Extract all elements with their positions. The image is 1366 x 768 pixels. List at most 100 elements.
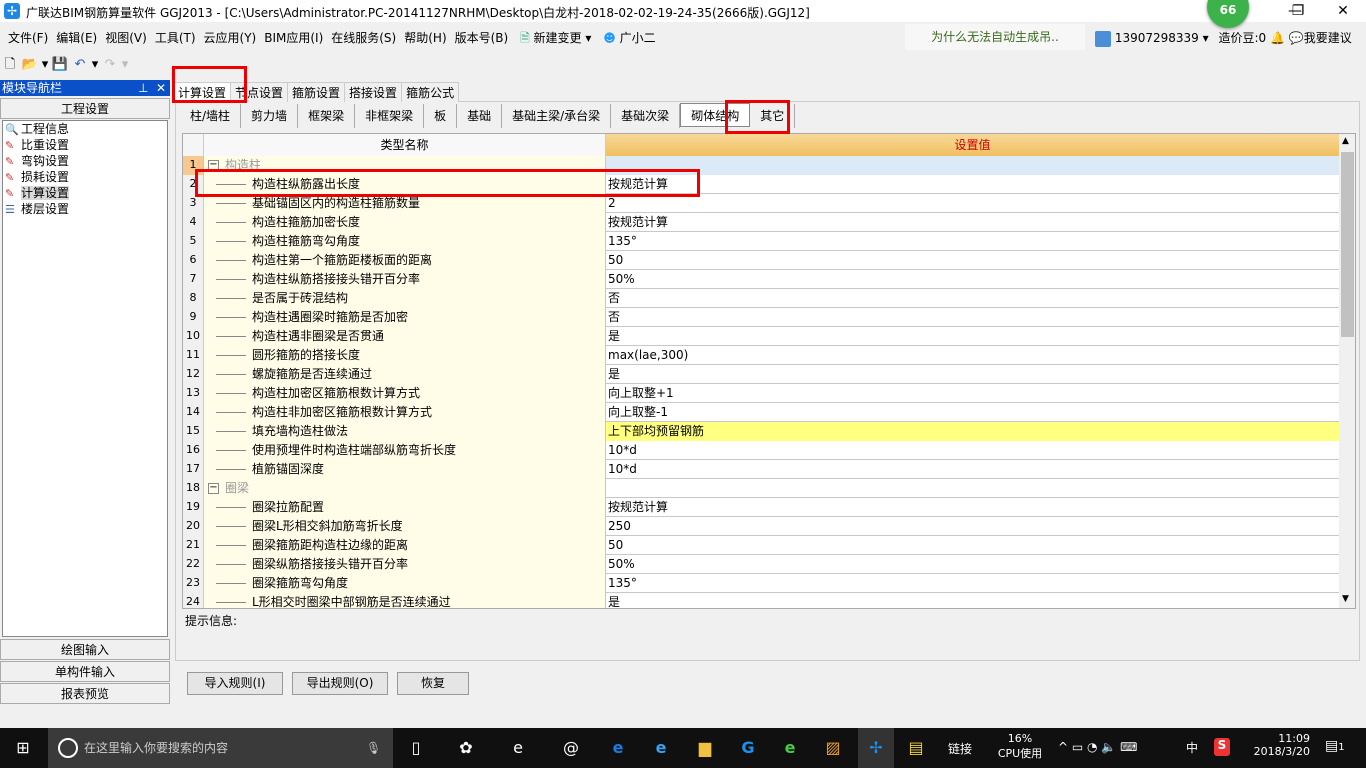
menu-tools[interactable]: 工具(T)	[151, 24, 200, 52]
row-value-cell[interactable]: 50%	[606, 555, 1339, 574]
edge-icon[interactable]: e	[605, 736, 631, 760]
app-notepad-icon[interactable]: ▨	[820, 736, 846, 760]
table-row[interactable]: 8 是否属于砖混结构 否	[183, 289, 1339, 308]
subtab-5[interactable]: 基础	[457, 104, 503, 128]
tab-calc-settings[interactable]: 计算设置	[173, 82, 232, 102]
table-row[interactable]: 20 圈梁L形相交斜加筋弯折长度 250	[183, 517, 1339, 536]
subtab-9[interactable]: 其它	[750, 104, 796, 128]
tab-stirrup-formula[interactable]: 箍筋公式	[401, 82, 460, 102]
row-value-cell[interactable]	[606, 156, 1339, 175]
new-file-icon[interactable]: 🗋	[0, 55, 20, 75]
subtab-2[interactable]: 框架梁	[298, 104, 356, 128]
table-row[interactable]: 12 螺旋箍筋是否连续通过 是	[183, 365, 1339, 384]
row-value-cell[interactable]: 250	[606, 517, 1339, 536]
row-value-cell[interactable]: 50	[606, 251, 1339, 270]
sogou-icon[interactable]: S	[1214, 738, 1230, 756]
section-report-preview[interactable]: 报表预览	[0, 683, 170, 704]
export-rules-button[interactable]: 导出规则(O)	[292, 672, 388, 695]
notification-icon[interactable]: ▤1	[1325, 738, 1345, 754]
save-icon[interactable]: 💾	[50, 55, 70, 75]
nav-item-floor[interactable]: ☰ 楼层设置	[3, 201, 167, 217]
row-value-cell[interactable]: 向上取整-1	[606, 403, 1339, 422]
table-row[interactable]: 14 构造柱非加密区箍筋根数计算方式 向上取整-1	[183, 403, 1339, 422]
subtab-6[interactable]: 基础主梁/承台梁	[502, 104, 612, 128]
close-icon[interactable]: ✕	[156, 80, 166, 96]
scrollbar-thumb[interactable]	[1341, 152, 1354, 337]
row-value-cell[interactable]: 向上取整+1	[606, 384, 1339, 403]
table-row[interactable]: 4 构造柱箍筋加密长度 按规范计算	[183, 213, 1339, 232]
subtab-8[interactable]: 砌体结构	[680, 103, 751, 127]
menu-help[interactable]: 帮助(H)	[400, 24, 450, 52]
open-folder-icon[interactable]: 📂	[20, 55, 40, 75]
tab-lap-settings[interactable]: 搭接设置	[344, 82, 403, 102]
row-value-cell[interactable]: 是	[606, 593, 1339, 608]
row-value-cell[interactable]: 是	[606, 365, 1339, 384]
menu-view[interactable]: 视图(V)	[101, 24, 151, 52]
undo-icon[interactable]: ↶	[70, 55, 90, 75]
assistant-button[interactable]: ☻ 广小二	[599, 24, 659, 52]
scroll-up-icon[interactable]: ▲	[1342, 136, 1349, 146]
row-value-cell[interactable]: 按规范计算	[606, 498, 1339, 517]
table-row[interactable]: 19 圈梁拉筋配置 按规范计算	[183, 498, 1339, 517]
table-row[interactable]: 3 基础锚固区内的构造柱箍筋数量 2	[183, 194, 1339, 213]
subtab-1[interactable]: 剪力墙	[241, 104, 299, 128]
new-change-button[interactable]: 🗎 新建变更 ▾	[516, 24, 595, 52]
table-row[interactable]: 10 构造柱遇非圈梁是否贯通 是	[183, 327, 1339, 346]
table-row[interactable]: 22 圈梁纵筋搭接接头错开百分率 50%	[183, 555, 1339, 574]
app-g-icon[interactable]: G	[735, 736, 761, 760]
section-project-settings[interactable]: 工程设置	[0, 98, 170, 119]
table-row[interactable]: 24 L形相交时圈梁中部钢筋是否连续通过 是	[183, 593, 1339, 608]
pin-icon[interactable]: ⊥	[138, 80, 148, 96]
restore-button[interactable]: ❐	[1275, 0, 1321, 22]
app-bell-icon[interactable]: @	[558, 736, 584, 760]
table-row[interactable]: 18− 圈梁	[183, 479, 1339, 498]
link-toolbar[interactable]: 链接	[948, 740, 972, 757]
row-value-cell[interactable]: 2	[606, 194, 1339, 213]
table-row[interactable]: 11 圆形箍筋的搭接长度 max(lae,300)	[183, 346, 1339, 365]
nav-item-hook[interactable]: ✎ 弯钩设置	[3, 153, 167, 169]
glodon-app-icon[interactable]: ✢	[858, 728, 894, 768]
row-value-cell[interactable]: max(lae,300)	[606, 346, 1339, 365]
open-dropdown-icon[interactable]: ▾	[40, 55, 50, 75]
app-fan-icon[interactable]: ✿	[453, 736, 479, 760]
row-value-cell[interactable]: 按规范计算	[606, 175, 1339, 194]
ime-indicator[interactable]: 中	[1186, 739, 1198, 756]
menu-file[interactable]: 文件(F)	[4, 24, 52, 52]
row-value-cell[interactable]: 50	[606, 536, 1339, 555]
menu-cloud[interactable]: 云应用(Y)	[200, 24, 261, 52]
row-value-cell[interactable]: 是	[606, 327, 1339, 346]
subtab-7[interactable]: 基础次梁	[611, 104, 681, 128]
redo-icon[interactable]: ↷	[100, 55, 120, 75]
row-value-cell[interactable]: 按规范计算	[606, 213, 1339, 232]
microphone-icon[interactable]: 🎙	[366, 728, 381, 768]
import-rules-button[interactable]: 导入规则(I)	[187, 672, 283, 695]
table-row[interactable]: 17 植筋锚固深度 10*d	[183, 460, 1339, 479]
user-account[interactable]: 13907298339	[1115, 31, 1199, 45]
news-ticker[interactable]: 为什么无法自动生成吊..	[905, 24, 1085, 50]
vertical-scrollbar[interactable]: ▲ ▼	[1339, 134, 1355, 608]
row-value-cell[interactable]: 否	[606, 289, 1339, 308]
table-row[interactable]: 23 圈梁箍筋弯勾角度 135°	[183, 574, 1339, 593]
row-value-cell[interactable]: 50%	[606, 270, 1339, 289]
task-view-icon[interactable]: ▯	[403, 736, 429, 760]
bell-icon[interactable]: 🔔	[1270, 31, 1285, 45]
table-row[interactable]: 6 构造柱第一个箍筋距楼板面的距离 50	[183, 251, 1339, 270]
collapse-icon[interactable]: −	[208, 160, 219, 171]
table-row[interactable]: 15 填充墙构造柱做法 上下部均预留钢筋	[183, 422, 1339, 441]
nav-item-weight[interactable]: ✎ 比重设置	[3, 137, 167, 153]
tab-stirrup-settings[interactable]: 箍筋设置	[287, 82, 346, 102]
section-drawing-input[interactable]: 绘图输入	[0, 639, 170, 660]
undo-dropdown-icon[interactable]: ▾	[90, 55, 100, 75]
menu-version[interactable]: 版本号(B)	[451, 24, 513, 52]
row-value-cell[interactable]: 否	[606, 308, 1339, 327]
table-row[interactable]: 9 构造柱遇圈梁时箍筋是否加密 否	[183, 308, 1339, 327]
row-value-cell[interactable]: 135°	[606, 232, 1339, 251]
ie-old-icon[interactable]: e	[505, 736, 531, 760]
nav-item-calc-settings[interactable]: ✎ 计算设置	[3, 185, 167, 201]
subtab-4[interactable]: 板	[424, 104, 458, 128]
table-row[interactable]: 7 构造柱纵筋搭接接头错开百分率 50%	[183, 270, 1339, 289]
table-row[interactable]: 13 构造柱加密区箍筋根数计算方式 向上取整+1	[183, 384, 1339, 403]
close-button[interactable]: ✕	[1320, 0, 1366, 22]
app-calendar-icon[interactable]: ▤	[903, 736, 929, 760]
table-row[interactable]: 1− 构造柱	[183, 156, 1339, 175]
